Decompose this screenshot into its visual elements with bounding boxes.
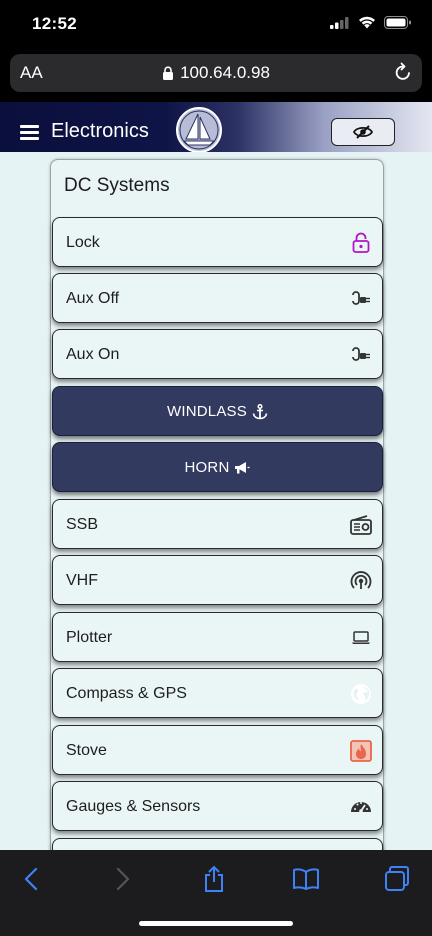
- visibility-toggle-button[interactable]: [331, 118, 395, 146]
- menu-icon[interactable]: [20, 125, 39, 140]
- main-content: DC Systems Lock Aux Off Aux On WINDLASS …: [0, 152, 432, 850]
- dc-systems-panel: DC Systems Lock Aux Off Aux On WINDLASS …: [50, 159, 384, 850]
- laptop-icon: [350, 627, 372, 649]
- share-button[interactable]: [199, 864, 229, 894]
- status-icons: [330, 16, 412, 29]
- url-text: 100.64.0.98: [180, 63, 270, 82]
- lock-open-icon: [350, 232, 372, 254]
- sailboat-logo: [176, 107, 222, 153]
- broadcast-icon: [350, 570, 372, 592]
- anchor-icon: [252, 403, 268, 419]
- reload-button[interactable]: [394, 62, 412, 87]
- fire-icon: [350, 740, 372, 762]
- tabs-button[interactable]: [382, 864, 412, 894]
- book-icon: [293, 868, 319, 890]
- gauges-sensors-button[interactable]: Gauges & Sensors: [52, 781, 383, 831]
- wifi-icon: [359, 16, 375, 29]
- list-item-partial[interactable]: [52, 838, 383, 850]
- item-label: SSB: [66, 516, 99, 533]
- vhf-button[interactable]: VHF: [52, 555, 383, 605]
- app-header: Electronics: [0, 102, 432, 153]
- horn-button[interactable]: HORN: [52, 442, 383, 492]
- item-label: Aux On: [66, 346, 120, 363]
- tabs-icon: [385, 866, 409, 891]
- page-title: Electronics: [51, 120, 149, 142]
- item-label: Compass & GPS: [66, 685, 187, 702]
- cellular-signal-icon: [330, 16, 349, 29]
- share-icon: [205, 865, 223, 892]
- chevron-left-icon: [24, 867, 38, 891]
- panel-title: DC Systems: [64, 175, 170, 196]
- aux-on-button[interactable]: Aux On: [52, 329, 383, 379]
- plug-icon: [350, 288, 372, 310]
- item-label: Plotter: [66, 629, 113, 646]
- horn-label-group: HORN: [53, 459, 382, 476]
- url-field[interactable]: 100.64.0.98: [10, 63, 422, 83]
- radio-icon: [350, 514, 372, 536]
- home-indicator: [139, 921, 293, 926]
- url-bar[interactable]: AA 100.64.0.98: [10, 54, 422, 92]
- back-button[interactable]: [16, 864, 46, 894]
- browser-url-area: AA 100.64.0.98: [0, 52, 432, 102]
- chevron-right-icon: [116, 867, 130, 891]
- forward-button[interactable]: [108, 864, 138, 894]
- lock-icon: [163, 65, 174, 80]
- item-label: WINDLASS: [167, 403, 247, 420]
- plotter-button[interactable]: Plotter: [52, 612, 383, 662]
- item-label: Gauges & Sensors: [66, 798, 201, 815]
- bookmarks-button[interactable]: [291, 864, 321, 894]
- windlass-label-group: WINDLASS: [53, 403, 382, 420]
- bullhorn-icon: [235, 461, 250, 473]
- globe-icon: [350, 683, 372, 705]
- item-label: Aux Off: [66, 290, 120, 307]
- item-label: HORN: [184, 459, 230, 476]
- windlass-button[interactable]: WINDLASS: [52, 386, 383, 436]
- battery-icon: [384, 16, 411, 29]
- item-label: Lock: [66, 234, 100, 251]
- item-label: Stove: [66, 742, 107, 759]
- reload-icon: [395, 62, 410, 80]
- ssb-button[interactable]: SSB: [52, 499, 383, 549]
- compass-gps-button[interactable]: Compass & GPS: [52, 668, 383, 718]
- plug-icon: [350, 344, 372, 366]
- lock-button[interactable]: Lock: [52, 217, 383, 267]
- stove-button[interactable]: Stove: [52, 725, 383, 775]
- status-time: 12:52: [32, 14, 77, 33]
- status-bar: 12:52: [0, 0, 432, 52]
- aux-off-button[interactable]: Aux Off: [52, 273, 383, 323]
- item-label: VHF: [66, 572, 98, 589]
- gauge-icon: [350, 796, 372, 818]
- eye-slash-icon: [353, 125, 373, 139]
